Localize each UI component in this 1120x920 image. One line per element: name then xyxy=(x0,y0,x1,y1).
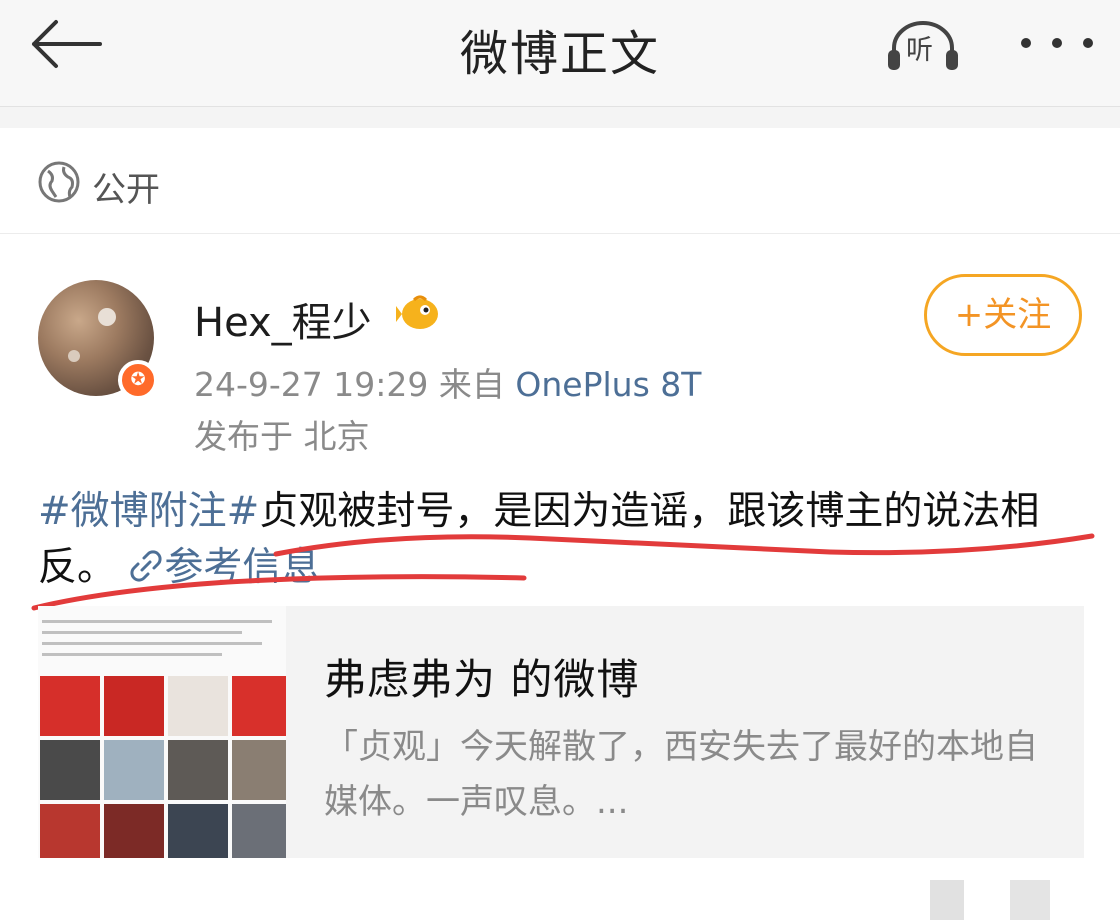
post-timestamp: 24-9-27 19:29 xyxy=(194,365,429,404)
card-thumbnail xyxy=(38,606,286,858)
listen-label: 听 xyxy=(906,35,933,66)
blurred-area xyxy=(930,880,964,920)
card-summary: 「贞观」今天解散了，西安失去了最好的本地自媒体。一声叹息。... xyxy=(324,727,1038,822)
post-location: 发布于 北京 xyxy=(194,417,370,456)
top-navigation-bar: 微博正文 听 xyxy=(0,0,1120,107)
visibility-label: 公开 xyxy=(92,170,160,210)
device-source-link[interactable]: OnePlus 8T xyxy=(515,365,701,404)
post-body: #微博附注#贞观被封号，是因为造谣，跟该博主的说法相反。 参考信息 xyxy=(38,484,1098,596)
blurred-area xyxy=(1010,880,1050,920)
listen-button[interactable]: 听 xyxy=(884,18,962,74)
post-meta: 24-9-27 19:29 来自 OnePlus 8T xyxy=(194,358,701,406)
hashtag-link[interactable]: #微博附注# xyxy=(38,489,259,534)
more-dots-icon xyxy=(1021,38,1093,48)
card-title: 弗虑弗为 的微博 xyxy=(324,655,640,704)
post-container: ✪ Hex_程少 24-9-27 19:29 来自 OnePlus 8T 发布于… xyxy=(0,234,1120,920)
reference-label: 参考信息 xyxy=(164,545,321,590)
link-icon xyxy=(130,550,162,582)
globe-icon xyxy=(38,161,80,203)
username[interactable]: Hex_程少 xyxy=(194,290,372,348)
follow-button[interactable]: +关注 xyxy=(924,274,1082,356)
verified-badge-icon: ✪ xyxy=(118,360,158,400)
source-prefix: 来自 xyxy=(438,365,505,404)
quoted-post-card[interactable]: 弗虑弗为 的微博 「贞观」今天解散了，西安失去了最好的本地自媒体。一声叹息。..… xyxy=(38,606,1084,858)
more-options-button[interactable] xyxy=(1012,20,1102,66)
fish-badge-icon xyxy=(396,295,438,329)
reference-link[interactable]: 参考信息 xyxy=(128,545,320,590)
visibility-bar: 公开 xyxy=(0,128,1120,234)
